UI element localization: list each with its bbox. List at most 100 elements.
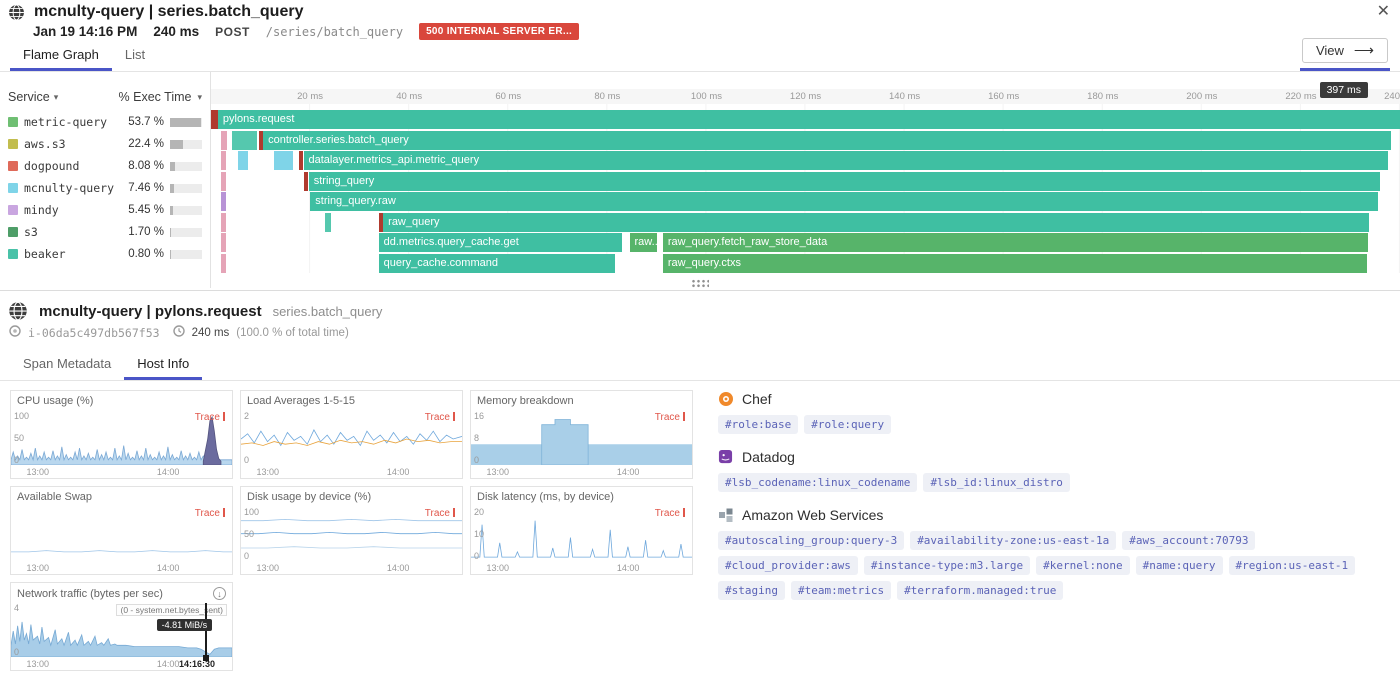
error-marker-icon xyxy=(258,130,263,150)
flame-row: dd.metrics.query_cache.get raw... raw_quer… xyxy=(211,233,1400,252)
chart-plot[interactable]: 2 0 13:00 14:00 Trace xyxy=(241,411,462,478)
tag-pill[interactable]: #availability-zone:us-east-1a xyxy=(910,531,1117,550)
flame-span-fragment[interactable] xyxy=(221,192,226,211)
trace-link[interactable]: Trace xyxy=(195,412,225,423)
tab-flame-graph[interactable]: Flame Graph xyxy=(10,40,112,71)
trace-link[interactable]: Trace xyxy=(425,412,455,423)
tag-section-name: Datadog xyxy=(742,449,795,465)
tag-pill[interactable]: #instance-type:m3.large xyxy=(863,556,1031,575)
tag-pill[interactable]: #staging xyxy=(718,581,785,600)
tag-pill[interactable]: #role:base xyxy=(718,415,799,434)
flame-span[interactable]: string_query.raw xyxy=(310,192,1378,211)
service-exec-pct: 1.70 % xyxy=(128,226,164,238)
tab-span-metadata[interactable]: Span Metadata xyxy=(10,349,124,380)
chart-plot[interactable]: 4 0 13:00 14:00 14:16:30 (0 - system.net.byte… xyxy=(11,603,232,670)
flame-span[interactable]: query_cache.command xyxy=(378,253,616,273)
service-row[interactable]: mcnulty-query 7.46 % xyxy=(0,177,210,199)
meta-row: Jan 19 14:16 PM 240 ms POST /series/batc… xyxy=(0,21,1400,42)
tag-section: Amazon Web Services #autoscaling_group:qu… xyxy=(718,507,1390,600)
sort-caret-icon[interactable]: ▾ xyxy=(197,92,202,103)
tag-section-header: Amazon Web Services xyxy=(718,507,1390,523)
tag-pill[interactable]: #autoscaling_group:query-3 xyxy=(718,531,905,550)
x-axis-label: 13:00 xyxy=(26,467,49,477)
view-button[interactable]: View ⟶ xyxy=(1301,38,1388,63)
chart-title: Load Averages 1-5-15 xyxy=(247,395,356,407)
tag-pill[interactable]: #name:query xyxy=(1135,556,1223,575)
flame-span-fragment[interactable] xyxy=(274,151,294,170)
close-icon[interactable]: ✕ xyxy=(1377,4,1390,20)
trace-link[interactable]: Trace xyxy=(655,508,685,519)
chart-plot[interactable]: 13:00 14:00 Trace xyxy=(11,507,232,574)
flame-span[interactable]: datalayer.metrics_api.metric_query xyxy=(303,151,1388,170)
host-radio-icon xyxy=(9,325,21,340)
service-name: s3 xyxy=(24,225,38,239)
flame-span[interactable]: controller.series.batch_query xyxy=(263,130,1392,150)
flame-span[interactable]: string_query xyxy=(308,171,1381,191)
flame-span[interactable]: dd.metrics.query_cache.get xyxy=(378,233,623,252)
flame-span[interactable]: raw_query xyxy=(383,212,1369,232)
tag-pill[interactable]: #kernel:none xyxy=(1036,556,1130,575)
resize-handle[interactable] xyxy=(691,279,709,288)
tag-pills: #lsb_codename:linux_codename #lsb_id:linu… xyxy=(718,473,1390,492)
flame-span[interactable]: pylons.request xyxy=(217,110,1400,129)
tab-list[interactable]: List xyxy=(112,40,158,71)
flame-span-label: string_query xyxy=(313,174,375,187)
tag-section-header: Chef xyxy=(718,391,1390,407)
ruler-tick: 100 ms xyxy=(690,91,722,102)
x-axis-label: 14:00 xyxy=(386,467,410,477)
tab-host-info[interactable]: Host Info xyxy=(124,349,203,380)
flame-span-fragment[interactable] xyxy=(221,171,226,191)
flame-span[interactable]: raw_query.fetch_raw_store_data xyxy=(662,233,1368,252)
chart-plot[interactable]: 16 8 0 13:00 14:00 Trace xyxy=(471,411,692,478)
host-id[interactable]: i-06da5c497db567f53 xyxy=(28,326,160,340)
tag-pill[interactable]: #aws_account:70793 xyxy=(1122,531,1256,550)
flame-span[interactable]: raw_query.ctxs xyxy=(662,253,1367,273)
flame-span-fragment[interactable] xyxy=(231,130,257,150)
service-row[interactable]: beaker 0.80 % xyxy=(0,243,210,265)
flame-span-fragment[interactable] xyxy=(221,253,226,273)
chart-plot[interactable]: 20 10 0 13:00 14:00 Trace xyxy=(471,507,692,574)
tag-pill[interactable]: #lsb_codename:linux_codename xyxy=(718,473,918,492)
chevron-down-icon[interactable]: ▾ xyxy=(54,92,59,103)
tag-pill[interactable]: #role:query xyxy=(804,415,892,434)
x-axis-label: 13:00 xyxy=(486,467,509,477)
flame-span-fragment[interactable] xyxy=(238,151,248,170)
x-axis-label: 14:16:30 xyxy=(178,659,215,669)
flame-span-fragment[interactable] xyxy=(221,130,228,150)
trace-link[interactable]: Trace xyxy=(425,508,455,519)
service-name: mindy xyxy=(24,203,59,217)
datadog-icon xyxy=(718,449,734,465)
flame-row: datalayer.metrics_api.metric_query xyxy=(211,151,1400,170)
chart-title: Disk latency (ms, by device) xyxy=(477,491,614,503)
chart-plot[interactable]: 100 50 0 13:00 14:00 Trace xyxy=(11,411,232,478)
chart-title-bar: Disk usage by device (%) xyxy=(241,487,462,503)
x-axis-label: 13:00 xyxy=(256,467,279,477)
flame-span-fragment[interactable] xyxy=(221,212,226,232)
chart-plot[interactable]: 100 50 0 13:00 14:00 Trace xyxy=(241,507,462,574)
chart-panel: Network traffic (bytes per sec) ↓ 4 0 13:00 1… xyxy=(10,582,233,671)
span-duration-detail: (100.0 % of total time) xyxy=(236,326,349,339)
flame-span[interactable]: raw... xyxy=(629,233,657,252)
service-row[interactable]: dogpound 8.08 % xyxy=(0,155,210,177)
view-button-label: View xyxy=(1315,43,1344,58)
flame-span-fragment[interactable] xyxy=(221,233,226,252)
tag-pill[interactable]: #terraform.managed:true xyxy=(897,581,1064,600)
tag-pill[interactable]: #lsb_id:linux_distro xyxy=(923,473,1070,492)
x-axis-label: 13:00 xyxy=(26,659,49,669)
service-row[interactable]: mindy 5.45 % xyxy=(0,199,210,221)
service-exec-bar xyxy=(170,183,202,193)
flame-span-fragment[interactable] xyxy=(221,151,226,170)
trace-link[interactable]: Trace xyxy=(195,508,225,519)
service-row[interactable]: s3 1.70 % xyxy=(0,221,210,243)
tag-pills: #autoscaling_group:query-3 #availability-… xyxy=(718,531,1390,600)
service-row[interactable]: metric-query 53.7 % xyxy=(0,111,210,133)
download-icon[interactable]: ↓ xyxy=(213,587,226,600)
trace-link[interactable]: Trace xyxy=(655,412,685,423)
flame-span-fragment[interactable] xyxy=(325,212,332,232)
tag-pill[interactable]: #region:us-east-1 xyxy=(1228,556,1356,575)
service-row[interactable]: aws.s3 22.4 % xyxy=(0,133,210,155)
tag-pill[interactable]: #cloud_provider:aws xyxy=(718,556,858,575)
tag-pill[interactable]: #team:metrics xyxy=(790,581,892,600)
service-exec-bar xyxy=(170,161,202,171)
trace-header: mcnulty-query | series.batch_query ✕ Jan… xyxy=(0,0,1400,72)
